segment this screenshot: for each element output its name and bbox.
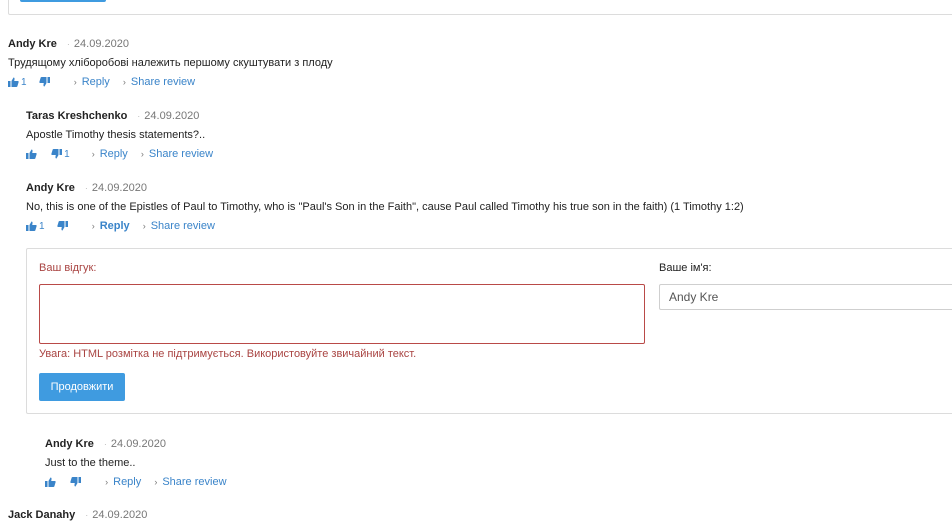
comment-text: No, this is one of the Epistles of Paul … [26, 201, 744, 213]
top-panel [8, 0, 952, 15]
chevron-right-icon: › [91, 221, 95, 232]
dislike-button[interactable] [56, 219, 70, 234]
like-count: 1 [39, 221, 45, 232]
dislike-button[interactable] [70, 475, 83, 490]
thumbs-up-icon [8, 77, 19, 87]
html-warning-text: Увага: HTML розмітка не підтримується. В… [39, 348, 417, 360]
reply-form: Ваш відгук: Ваше ім'я: Andy Kre Увага: H… [26, 248, 952, 414]
chevron-right-icon: › [154, 477, 158, 488]
comment-author[interactable]: Andy Kre [8, 38, 57, 50]
comment-date: 24.09.2020 [73, 38, 129, 50]
comment-text: Just to the theme.. [45, 457, 136, 469]
comment: Andy Kre · 24.09.2020 Трудящому хліборобов… [8, 37, 333, 89]
chevron-right-icon: › [122, 77, 126, 88]
continue-button[interactable]: Продовжити [39, 373, 125, 401]
comment: Andy Kre · 24.09.2020 Just to the theme.. … [45, 437, 227, 489]
separator-dot: · [66, 39, 70, 49]
thumbs-down-icon [70, 477, 82, 487]
comment-date: 24.09.2020 [92, 509, 148, 521]
chevron-right-icon: › [105, 477, 109, 488]
dislike-button[interactable]: 1 [51, 147, 70, 162]
share-review-link[interactable]: › Share review [123, 76, 195, 88]
thumbs-down-icon [51, 149, 63, 159]
reply-link[interactable]: › Reply [74, 76, 110, 88]
share-review-link[interactable]: › Share review [143, 220, 215, 232]
comment-date: 24.09.2020 [91, 182, 147, 194]
reply-link[interactable]: › Reply [92, 220, 130, 232]
like-button[interactable] [45, 475, 58, 490]
name-input[interactable]: Andy Kre [659, 284, 952, 310]
comment-author[interactable]: Andy Kre [45, 438, 94, 450]
comment: Andy Kre · 24.09.2020 No, this is one of t… [26, 181, 744, 233]
separator-dot: · [103, 439, 107, 449]
reply-link[interactable]: › Reply [92, 148, 128, 160]
comment: Taras Kreshchenko · 24.09.2020 Apostle Tim… [26, 109, 213, 161]
thumbs-up-icon [26, 221, 37, 231]
like-button[interactable] [26, 147, 39, 162]
dislike-count: 1 [64, 149, 70, 160]
comment-date: 24.09.2020 [144, 110, 200, 122]
like-button[interactable]: 1 [8, 75, 27, 90]
thumbs-up-icon [26, 149, 37, 159]
comment-author[interactable]: Taras Kreshchenko [26, 110, 127, 122]
separator-dot: · [84, 183, 88, 193]
separator-dot: · [137, 111, 141, 121]
review-textarea[interactable] [39, 284, 645, 344]
dislike-button[interactable] [38, 75, 52, 90]
chevron-right-icon: › [142, 221, 146, 232]
thumbs-down-icon [38, 77, 50, 87]
like-button[interactable]: 1 [26, 219, 45, 234]
name-label: Ваше ім'я: [659, 262, 712, 274]
chevron-right-icon: › [140, 149, 144, 160]
comment-author[interactable]: Jack Danahy [8, 509, 75, 521]
comment-date: 24.09.2020 [110, 438, 166, 450]
chevron-right-icon: › [91, 149, 95, 160]
reply-link[interactable]: › Reply [105, 476, 141, 488]
comment-author[interactable]: Andy Kre [26, 182, 75, 194]
comment: Jack Danahy · 24.09.2020 [8, 508, 147, 522]
review-label: Ваш відгук: [39, 262, 97, 274]
chevron-right-icon: › [73, 77, 77, 88]
thumbs-down-icon [56, 221, 68, 231]
share-review-link[interactable]: › Share review [154, 476, 226, 488]
thumbs-up-icon [45, 477, 56, 487]
top-button[interactable] [20, 0, 106, 2]
share-review-link[interactable]: › Share review [141, 148, 213, 160]
comment-text: Apostle Timothy thesis statements?.. [26, 129, 206, 141]
like-count: 1 [21, 77, 27, 88]
comment-text: Трудящому хліборобові належить першому с… [8, 57, 333, 69]
